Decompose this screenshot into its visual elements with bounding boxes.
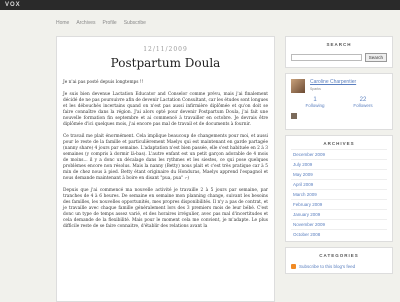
post-date: 12/11/2009 — [143, 46, 188, 53]
archive-link[interactable]: January 2009 — [291, 209, 387, 219]
archive-link[interactable]: November 2009 — [291, 219, 387, 229]
followers-label: Followers — [353, 103, 373, 108]
archives-box: ARCHIVES December 2009 July 2009 May 200… — [285, 135, 393, 242]
post-column: 12/11/2009 Postpartum Doula Je n'ai pas … — [56, 36, 275, 302]
archive-link[interactable]: July 2009 — [291, 159, 387, 169]
rss-icon — [291, 264, 296, 269]
blog-nav: Home Archives Profile Subscribe — [56, 20, 146, 26]
post-title[interactable]: Postpartum Doula — [57, 56, 274, 70]
archive-link[interactable]: February 2009 — [291, 199, 387, 209]
subscribe-feed-link[interactable]: Subscribe to this blog's feed — [286, 261, 392, 273]
archive-link[interactable]: December 2009 — [291, 149, 387, 159]
categories-box: CATEGORIES Subscribe to this blog's feed — [285, 247, 393, 274]
top-bar: VOX — [0, 0, 400, 10]
archives-heading: ARCHIVES — [323, 141, 355, 146]
post-paragraph: Depuis que j'ai commencé ma nouvelle act… — [63, 188, 268, 229]
nav-home[interactable]: Home — [56, 20, 69, 26]
search-button[interactable]: Search — [364, 53, 387, 62]
post-paragraph: Je n'ai pas posté depuis longtemps !! — [63, 80, 144, 85]
profile-name[interactable]: Caroline Charpentier — [310, 79, 356, 85]
follower-avatar[interactable] — [291, 113, 297, 119]
nav-archives[interactable]: Archives — [76, 20, 95, 26]
following-label: Following — [305, 103, 325, 108]
avatar[interactable] — [291, 79, 305, 93]
post-paragraph: Ce travail me plait énormément. Cela imp… — [63, 134, 268, 181]
sidebar: SEARCH Search Caroline Charpentier Spark… — [285, 36, 393, 300]
search-heading: SEARCH — [326, 42, 352, 47]
following-stat[interactable]: 1 Following — [291, 97, 339, 108]
profile-stats: 1 Following 22 Followers — [291, 97, 387, 108]
profile-subtitle: Sparks — [310, 87, 321, 91]
search-box: SEARCH Search — [285, 36, 393, 68]
post-paragraph: Je suis bien devenue Lactation Educator … — [63, 92, 268, 127]
followers-stat[interactable]: 22 Followers — [339, 97, 387, 108]
nav-subscribe[interactable]: Subscribe — [124, 20, 146, 26]
profile-box: Caroline Charpentier Sparks 1 Following … — [285, 73, 393, 130]
nav-profile[interactable]: Profile — [103, 20, 117, 26]
search-input[interactable] — [291, 54, 362, 61]
categories-heading: CATEGORIES — [319, 253, 359, 258]
archive-link[interactable]: October 2008 — [291, 229, 387, 239]
post-body: Je n'ai pas posté depuis longtemps !! Je… — [57, 70, 274, 230]
archive-link[interactable]: April 2009 — [291, 179, 387, 189]
archive-link[interactable]: May 2009 — [291, 169, 387, 179]
archive-link[interactable]: March 2009 — [291, 189, 387, 199]
vox-logo[interactable]: VOX — [5, 0, 21, 10]
subscribe-feed-label: Subscribe to this blog's feed — [299, 264, 356, 269]
